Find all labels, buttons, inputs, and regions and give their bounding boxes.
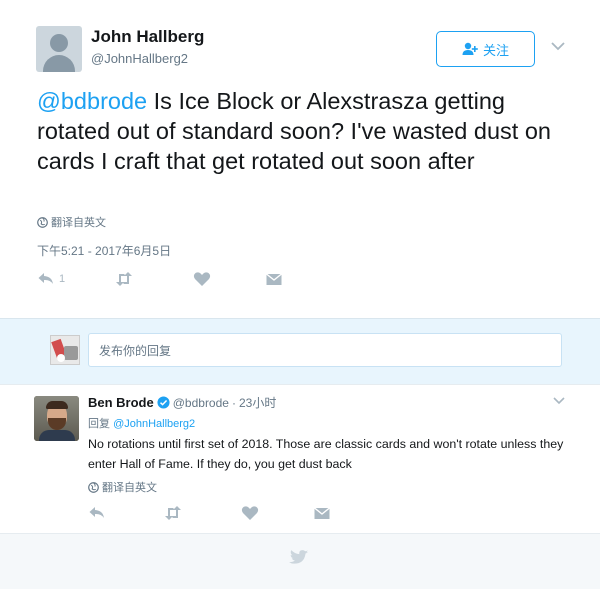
replying-prefix: 回复 xyxy=(88,418,110,430)
retweet-icon xyxy=(116,272,132,286)
meta-separator: · xyxy=(231,395,236,410)
envelope-icon xyxy=(314,507,330,519)
retweet-action[interactable] xyxy=(164,505,241,521)
reply-header: Ben Brode @bdbrode · 23小时 xyxy=(88,394,276,411)
translate-link[interactable]: 翻译自英文 xyxy=(88,479,157,495)
reply-author-name[interactable]: Ben Brode xyxy=(88,395,154,410)
reply-author-avatar[interactable] xyxy=(34,396,79,441)
reply-action[interactable] xyxy=(88,505,164,521)
retweet-icon xyxy=(165,506,181,520)
author-handle[interactable]: @JohnHallberg2 xyxy=(91,51,188,66)
like-action[interactable] xyxy=(241,505,313,521)
follow-button[interactable]: 关注 xyxy=(436,31,535,67)
chevron-down-icon[interactable] xyxy=(550,40,566,52)
reply-icon xyxy=(89,507,104,518)
tweet-timestamp[interactable]: 下午5:21 - 2017年6月5日 xyxy=(37,242,171,259)
avatar-shape xyxy=(57,354,65,362)
translate-label: 翻译自英文 xyxy=(51,217,106,229)
dm-action[interactable] xyxy=(265,271,283,287)
globe-icon xyxy=(88,481,99,493)
replying-to-link[interactable]: @JohnHallberg2 xyxy=(113,418,195,430)
twitter-bird-icon xyxy=(289,550,309,564)
avatar-hair xyxy=(46,401,68,409)
reply-tweet: Ben Brode @bdbrode · 23小时 回复 @JohnHallbe… xyxy=(0,384,600,533)
globe-icon xyxy=(37,216,48,228)
user-avatar xyxy=(50,335,80,365)
chevron-down-icon[interactable] xyxy=(552,396,566,406)
verified-badge-icon xyxy=(157,396,170,409)
dm-action[interactable] xyxy=(313,505,331,521)
translate-link[interactable]: 翻译自英文 xyxy=(37,214,106,230)
reply-text: No rotations until first set of 2018. Th… xyxy=(88,437,564,471)
author-avatar[interactable] xyxy=(36,26,82,72)
heart-icon xyxy=(193,272,211,286)
avatar-shape xyxy=(64,346,78,360)
replying-to: 回复 @JohnHallberg2 xyxy=(88,415,195,431)
avatar-shirt xyxy=(39,430,75,441)
reply-compose: 发布你的回复 xyxy=(0,318,600,384)
person-plus-icon xyxy=(462,42,478,55)
retweet-action[interactable] xyxy=(115,271,193,287)
tweet-actions: 1 xyxy=(37,269,283,289)
tweet-text: @bdbrode Is Ice Block or Alexstrasza get… xyxy=(37,86,577,176)
reply-author-handle[interactable]: @bdbrode xyxy=(173,396,229,410)
translate-label: 翻译自英文 xyxy=(102,482,157,494)
heart-icon xyxy=(241,506,259,520)
like-action[interactable] xyxy=(193,271,265,287)
avatar-body-shape xyxy=(43,55,75,72)
avatar-head-shape xyxy=(50,34,68,52)
reply-count: 1 xyxy=(59,273,66,285)
mention-link[interactable]: @bdbrode xyxy=(37,88,147,114)
reply-action[interactable]: 1 xyxy=(37,271,115,287)
author-name[interactable]: John Hallberg xyxy=(91,27,204,47)
footer xyxy=(0,533,600,589)
reply-time[interactable]: 23小时 xyxy=(239,394,276,411)
envelope-icon xyxy=(266,273,282,285)
reply-icon xyxy=(38,273,53,284)
reply-actions xyxy=(88,503,331,523)
follow-label: 关注 xyxy=(482,42,509,58)
reply-input[interactable]: 发布你的回复 xyxy=(88,333,562,367)
main-tweet: John Hallberg @JohnHallberg2 关注 @bdbrode… xyxy=(0,0,600,318)
